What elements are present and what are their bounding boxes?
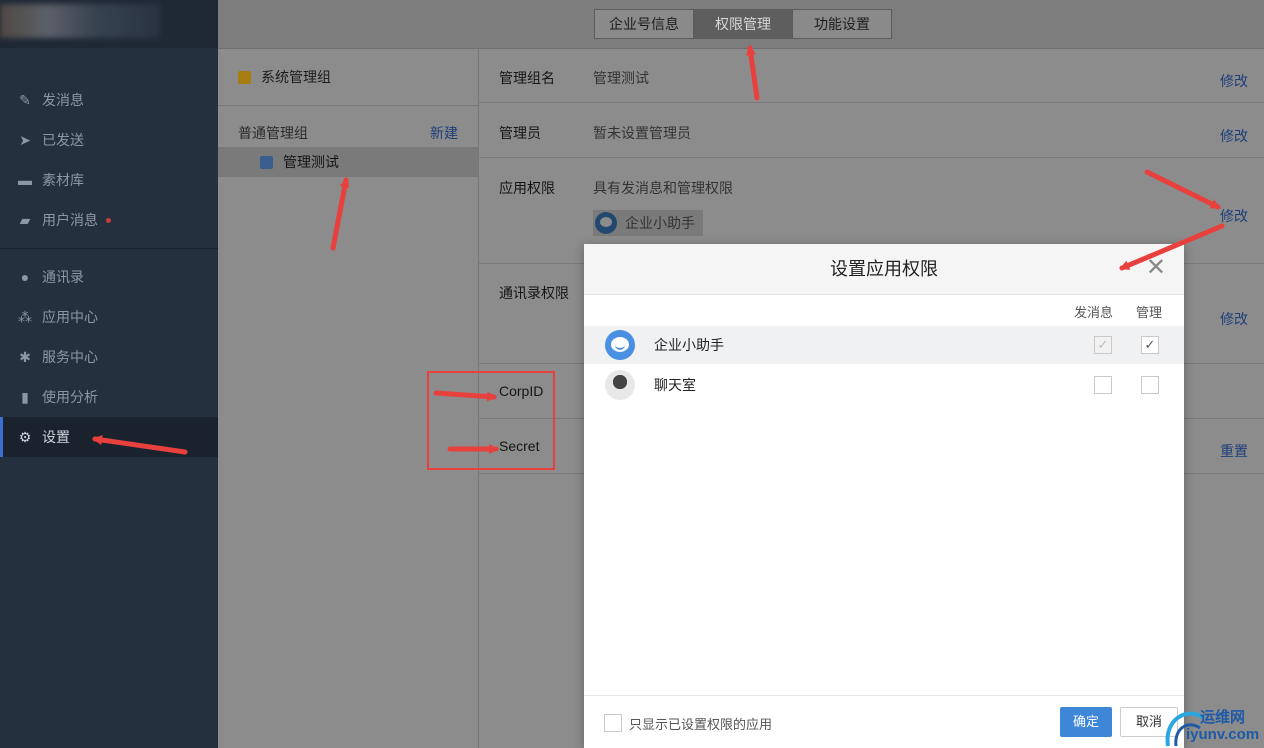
- nav-item-send-message[interactable]: ✎ 发消息: [0, 80, 218, 120]
- manage-checkbox[interactable]: [1141, 376, 1159, 394]
- unread-dot: [106, 217, 111, 223]
- logo-area: [0, 0, 218, 48]
- chat-icon: ▰: [19, 211, 31, 228]
- gear-icon: ⚙: [18, 428, 32, 445]
- chat-bubble-icon: [595, 212, 617, 234]
- pencil-icon: ✎: [19, 91, 31, 108]
- group-item-selected[interactable]: 管理测试: [218, 147, 478, 177]
- app-permission-label: 应用权限: [499, 180, 555, 196]
- service-icon: ✱: [19, 348, 31, 365]
- dialog-footer: 只显示已设置权限的应用 确定 取消: [584, 695, 1184, 748]
- nav-label: 已发送: [42, 132, 84, 148]
- tab-permission-management[interactable]: 权限管理: [694, 10, 793, 38]
- group-name-value: 管理测试: [593, 70, 649, 86]
- watermark-text: 运维网: [1200, 709, 1246, 726]
- top-bar: 企业号信息 权限管理 功能设置: [218, 0, 1264, 49]
- app-chip: 企业小助手: [593, 210, 703, 236]
- bar-chart-icon: ▮: [21, 388, 29, 405]
- manage-checkbox[interactable]: ✓: [1141, 336, 1159, 354]
- app-avatar: [605, 370, 635, 400]
- system-admin-group[interactable]: 系统管理组: [238, 67, 331, 87]
- system-group-label: 系统管理组: [261, 69, 331, 85]
- edit-group-name-link[interactable]: 修改: [1220, 71, 1248, 91]
- tab-function-settings[interactable]: 功能设置: [793, 10, 891, 38]
- divider: [479, 157, 1264, 158]
- app-name: 企业小助手: [654, 337, 724, 353]
- column-header-send: 发消息: [1074, 305, 1114, 320]
- chat-bubble-icon: [605, 330, 635, 360]
- annotation-box: [427, 371, 555, 470]
- app-permission-dialog: 设置应用权限 ✕ 发消息 管理 企业小助手 ✓ ✓ 聊天室 只显示已设置权限的应…: [584, 244, 1184, 748]
- group-owner-icon: [238, 70, 251, 84]
- nav-label: 应用中心: [42, 309, 98, 325]
- admin-value: 暂未设置管理员: [593, 125, 691, 141]
- confirm-button[interactable]: 确定: [1060, 707, 1112, 737]
- admin-label: 管理员: [499, 125, 541, 141]
- edit-admin-link[interactable]: 修改: [1220, 126, 1248, 146]
- nav-label: 设置: [42, 429, 70, 445]
- apps-icon: ⁂: [18, 308, 32, 325]
- reset-secret-link[interactable]: 重置: [1220, 441, 1248, 461]
- show-configured-only-checkbox[interactable]: [604, 714, 622, 732]
- send-checkbox[interactable]: [1094, 376, 1112, 394]
- briefcase-icon: ▬: [18, 172, 32, 188]
- group-member-icon: [260, 155, 273, 169]
- person-icon: ●: [20, 269, 30, 285]
- close-icon[interactable]: ✕: [1146, 254, 1166, 282]
- nav-item-analytics[interactable]: ▮ 使用分析: [0, 377, 218, 417]
- tab-enterprise-info[interactable]: 企业号信息: [595, 10, 694, 38]
- edit-app-permission-link[interactable]: 修改: [1220, 206, 1248, 226]
- divider: [218, 105, 478, 106]
- app-row[interactable]: 聊天室: [584, 366, 1184, 404]
- dialog-title: 设置应用权限: [830, 259, 938, 279]
- edit-contacts-permission-link[interactable]: 修改: [1220, 309, 1248, 329]
- nav-label: 发消息: [42, 92, 84, 108]
- group-item-label: 管理测试: [283, 154, 339, 170]
- nav-item-material[interactable]: ▬ 素材库: [0, 160, 218, 200]
- send-icon: ➤: [19, 131, 31, 148]
- app-row[interactable]: 企业小助手 ✓ ✓: [584, 326, 1184, 364]
- watermark-url: iyunv.com: [1186, 726, 1260, 743]
- nav-item-contacts[interactable]: ● 通讯录: [0, 257, 218, 297]
- contacts-permission-label: 通讯录权限: [499, 285, 569, 301]
- nav-item-user-messages[interactable]: ▰ 用户消息: [0, 200, 218, 240]
- blurred-logo: [0, 4, 160, 38]
- app-chip-label: 企业小助手: [625, 215, 695, 231]
- send-checkbox[interactable]: ✓: [1094, 336, 1112, 354]
- nav-label: 用户消息: [42, 212, 98, 228]
- app-name: 聊天室: [654, 377, 696, 393]
- nav-item-app-center[interactable]: ⁂ 应用中心: [0, 297, 218, 337]
- divider: [479, 102, 1264, 103]
- tab-group: 企业号信息 权限管理 功能设置: [594, 9, 892, 39]
- column-header-manage: 管理: [1136, 305, 1163, 320]
- new-group-link[interactable]: 新建: [430, 123, 458, 143]
- show-configured-only-label: 只显示已设置权限的应用: [629, 717, 773, 732]
- nav-item-service-center[interactable]: ✱ 服务中心: [0, 337, 218, 377]
- app-permission-value: 具有发消息和管理权限: [593, 180, 733, 196]
- group-name-label: 管理组名: [499, 70, 555, 86]
- nav-label: 通讯录: [42, 269, 84, 285]
- nav-item-sent[interactable]: ➤ 已发送: [0, 120, 218, 160]
- nav-label: 服务中心: [42, 349, 98, 365]
- normal-group-heading: 普通管理组: [238, 125, 308, 141]
- nav-label: 使用分析: [42, 389, 98, 405]
- nav-divider: [0, 248, 218, 249]
- dialog-header: 设置应用权限 ✕: [584, 244, 1184, 295]
- sidebar: ✎ 发消息 ➤ 已发送 ▬ 素材库 ▰ 用户消息 ● 通讯录 ⁂ 应用中心 ✱ …: [0, 0, 218, 748]
- nav-label: 素材库: [42, 172, 84, 188]
- nav-item-settings[interactable]: ⚙ 设置: [0, 417, 218, 457]
